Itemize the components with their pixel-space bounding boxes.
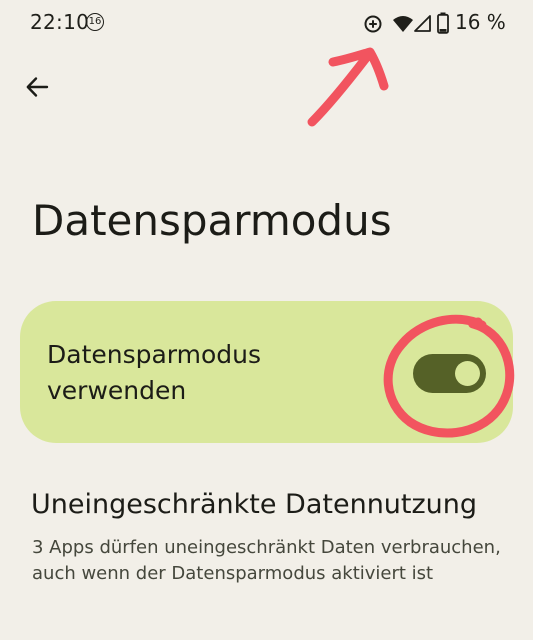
back-button[interactable] (20, 70, 54, 104)
battery-percent: 16 % (455, 10, 506, 34)
arrow-left-icon (26, 77, 49, 97)
page-title: Datensparmodus (32, 196, 392, 245)
notification-count-badge: 16 (86, 13, 104, 31)
battery-icon (437, 12, 449, 34)
unrestricted-data-summary: 3 Apps dürfen uneingeschränkt Daten verb… (32, 537, 501, 584)
data-saver-switch[interactable] (413, 354, 486, 393)
annotation-arrow (307, 47, 389, 127)
wifi-icon (393, 16, 413, 32)
switch-thumb (455, 361, 480, 386)
status-bar: 22:10 16 16 % (0, 0, 533, 48)
data-saver-icon (364, 15, 382, 33)
cellular-signal-icon (414, 15, 431, 32)
status-time: 22:10 (30, 10, 90, 34)
data-saver-toggle-card[interactable]: Datensparmodus verwenden (20, 301, 513, 443)
unrestricted-data-title[interactable]: Uneingeschränkte Datennutzung (31, 489, 477, 520)
data-saver-toggle-label: Datensparmodus verwenden (47, 340, 262, 405)
